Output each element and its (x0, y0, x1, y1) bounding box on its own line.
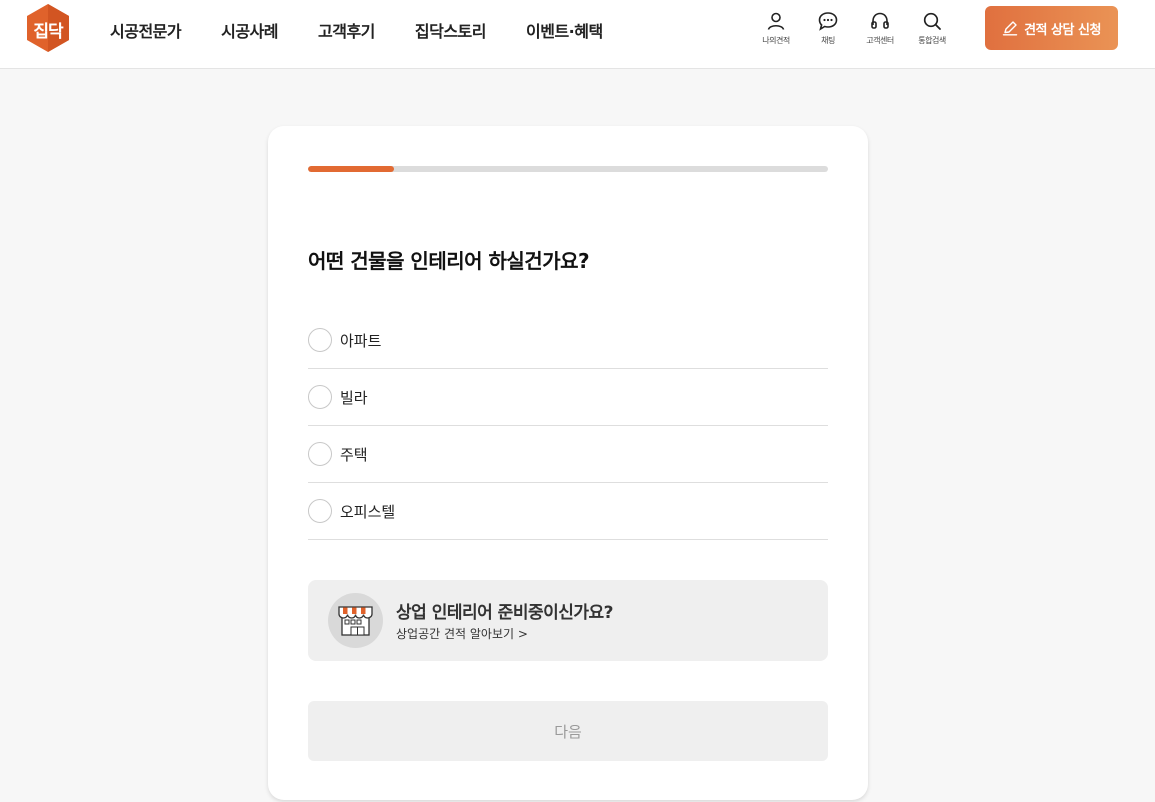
estimate-request-label: 견적 상담 신청 (1024, 22, 1101, 38)
progress-fill (308, 166, 394, 172)
search-label: 통합검색 (918, 36, 946, 45)
search-button[interactable]: 통합검색 (907, 11, 957, 46)
nav-item-story[interactable]: 집닥스토리 (415, 18, 487, 42)
chat-icon (818, 12, 838, 31)
radio-button[interactable] (308, 328, 332, 352)
my-estimate-label: 나의견적 (762, 36, 790, 45)
survey-card: 어떤 건물을 인테리어 하실건가요? 아파트 빌라 주택 오피스텔 상업 인테리… (268, 126, 868, 800)
option-label: 아파트 (340, 331, 382, 350)
option-label: 빌라 (340, 388, 368, 407)
option-label: 주택 (340, 445, 368, 464)
logo-text: 집닥 (33, 22, 63, 42)
top-header: 집닥 시공전문가 시공사례 고객후기 집닥스토리 이벤트·혜택 나의견적 채팅 … (0, 0, 1155, 69)
storefront-icon (328, 593, 383, 648)
option-officetel[interactable]: 오피스텔 (308, 483, 828, 540)
banner-link[interactable]: 상업공간 견적 알아보기 > (396, 625, 528, 642)
nav-item-events[interactable]: 이벤트·혜택 (526, 18, 603, 42)
option-label: 오피스텔 (340, 502, 396, 521)
radio-button[interactable] (308, 385, 332, 409)
commercial-interior-banner[interactable]: 상업 인테리어 준비중이신가요? 상업공간 견적 알아보기 > (308, 580, 828, 661)
chat-label: 채팅 (821, 36, 835, 45)
customer-center-button[interactable]: 고객센터 (855, 11, 905, 46)
option-apartment[interactable]: 아파트 (308, 312, 828, 369)
main-nav: 시공전문가 시공사례 고객후기 집닥스토리 이벤트·혜택 (110, 18, 643, 42)
pencil-icon (1002, 21, 1018, 36)
question-title: 어떤 건물을 인테리어 하실건가요? (308, 249, 590, 273)
option-house[interactable]: 주택 (308, 426, 828, 483)
nav-item-experts[interactable]: 시공전문가 (110, 18, 182, 42)
chat-button[interactable]: 채팅 (803, 11, 853, 46)
brand-logo[interactable]: 집닥 (25, 3, 71, 53)
banner-title: 상업 인테리어 준비중이신가요? (396, 603, 614, 623)
radio-button[interactable] (308, 499, 332, 523)
headset-icon (871, 12, 889, 29)
estimate-request-button[interactable]: 견적 상담 신청 (985, 6, 1118, 50)
option-list: 아파트 빌라 주택 오피스텔 (308, 312, 828, 540)
progress-bar (308, 166, 828, 172)
next-button[interactable]: 다음 (308, 701, 828, 761)
my-estimate-button[interactable]: 나의견적 (751, 11, 801, 46)
customer-center-label: 고객센터 (866, 36, 894, 45)
search-icon (923, 12, 941, 30)
user-icon (767, 12, 785, 30)
option-villa[interactable]: 빌라 (308, 369, 828, 426)
nav-item-cases[interactable]: 시공사례 (221, 18, 278, 42)
radio-button[interactable] (308, 442, 332, 466)
nav-item-reviews[interactable]: 고객후기 (318, 18, 375, 42)
